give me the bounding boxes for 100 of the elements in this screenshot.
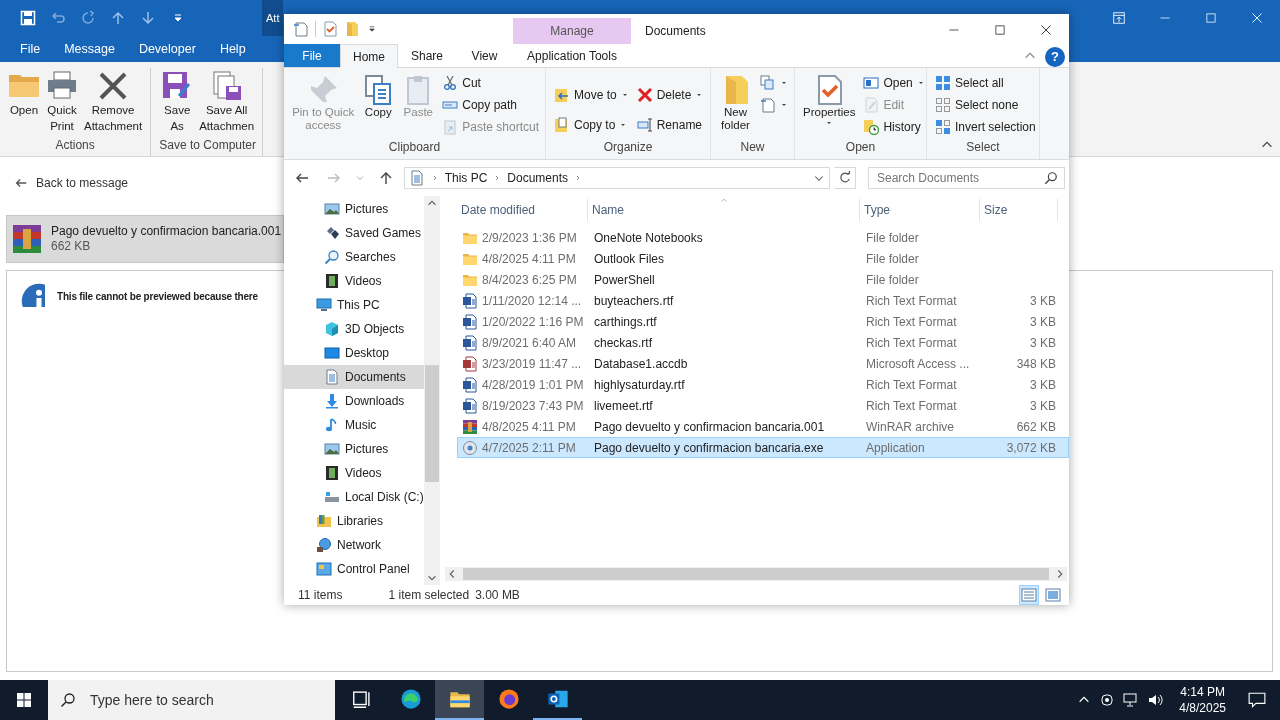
document-icon <box>462 313 478 330</box>
scrollbar-thumb[interactable] <box>463 568 1049 580</box>
ribbon-button[interactable]: Rename <box>634 114 706 136</box>
volume-icon[interactable] <box>1147 692 1164 708</box>
ribbon-tab[interactable]: Home <box>340 44 398 68</box>
breadcrumb-item[interactable]: This PC <box>444 169 488 187</box>
ribbon-tab[interactable]: View <box>456 44 513 67</box>
ribbon-button[interactable]: Open <box>861 72 927 94</box>
ribbon-button[interactable]: Cut <box>440 72 541 94</box>
type-cell: WinRAR archive <box>866 419 955 434</box>
camera-icon[interactable] <box>1099 692 1116 708</box>
details-view-icon <box>1021 587 1037 603</box>
column-header[interactable]: Size <box>980 199 1058 221</box>
ribbon-tab[interactable]: Share <box>398 44 456 67</box>
ribbon-tab[interactable]: File <box>8 39 53 59</box>
view-button[interactable] <box>1043 585 1063 605</box>
ribbon-button[interactable]: Delete <box>634 84 706 106</box>
ribbon-button[interactable]: Properties <box>801 72 858 138</box>
ribbon-tab[interactable]: Application Tools <box>513 44 631 67</box>
network-status-icon[interactable] <box>1123 692 1140 708</box>
group-label: Clipboard <box>387 139 442 156</box>
page-icon[interactable] <box>293 21 309 37</box>
file-row[interactable]: 3/23/2019 11:47 ... Database1.accdb Microsoft Access ... 348 KB <box>457 353 1069 374</box>
column-header[interactable]: Type <box>860 199 980 221</box>
ribbon-button[interactable]: Copy path <box>440 94 541 116</box>
nav-item[interactable]: Pictures <box>284 197 424 221</box>
pictures-icon <box>324 201 340 217</box>
taskbar-search-input[interactable]: Type here to search <box>88 688 328 712</box>
nav-item[interactable]: Videos <box>284 461 424 485</box>
file-row[interactable]: 2/9/2023 1:36 PM OneNote Notebooks File folder <box>457 227 1069 248</box>
nav-item[interactable]: 3D Objects <box>284 317 424 341</box>
down-arrow-icon[interactable] <box>140 10 156 26</box>
file-row[interactable]: 4/7/2025 2:11 PM Pago devuelto y confirmacion bancaria.exe Application 3,072 KB <box>457 437 1069 458</box>
ribbon-button[interactable]: History <box>861 116 927 138</box>
nav-item[interactable]: Local Disk (C:) <box>284 485 424 509</box>
file-row[interactable]: 4/28/2019 1:01 PM highlysaturday.rtf Rich Text Format 3 KB <box>457 374 1069 395</box>
back-link[interactable]: Back to message <box>14 174 129 192</box>
search-field[interactable]: Search Documents <box>868 167 1065 189</box>
up-arrow-icon[interactable] <box>110 10 126 26</box>
refresh-button[interactable] <box>834 167 856 189</box>
nav-item[interactable]: Control Panel <box>284 557 424 581</box>
type-cell: Application <box>866 440 925 455</box>
clock[interactable]: 4:14 PM 4/8/2025 <box>1171 684 1234 716</box>
ribbon-button[interactable]: Copy to <box>552 114 631 136</box>
nav-item[interactable]: Searches <box>284 245 424 269</box>
nav-item[interactable]: Documents <box>284 365 424 389</box>
undo-icon[interactable] <box>50 10 66 26</box>
file-row[interactable]: 4/8/2025 4:11 PM Pago devuelto y confirmacion bancaria.001 WinRAR archive 662 KB <box>457 416 1069 437</box>
address-bar[interactable]: This PC Documents <box>403 167 831 189</box>
nav-item[interactable]: Network <box>284 533 424 557</box>
ribbon-tab[interactable]: Developer <box>126 39 208 59</box>
name-cell: buyteachers.rtf <box>594 293 674 308</box>
breadcrumb-item[interactable]: Documents <box>507 169 569 187</box>
group-label: Open <box>844 139 877 156</box>
group-label: Organize <box>602 139 654 156</box>
nav-item[interactable]: Downloads <box>284 389 424 413</box>
ribbon-button[interactable]: Save As <box>159 68 196 136</box>
nav-item[interactable]: This PC <box>284 293 424 317</box>
file-row[interactable]: 8/4/2023 6:25 PM PowerShell File folder <box>457 269 1069 290</box>
ribbon-button[interactable]: Quick Print <box>44 68 80 136</box>
nav-item[interactable]: Saved Games <box>284 221 424 245</box>
ribbon-button[interactable]: Save All Attachmen <box>197 68 257 136</box>
ribbon-button[interactable]: Remove Attachment <box>82 68 145 136</box>
back-arrow-icon <box>14 176 28 190</box>
nav-item[interactable]: Libraries <box>284 509 424 533</box>
ribbon-button[interactable]: Select none <box>933 94 1038 116</box>
save-icon[interactable] <box>20 10 36 26</box>
ribbon-button[interactable]: Invert selection <box>933 116 1038 138</box>
folder-icon[interactable] <box>344 21 360 37</box>
file-row[interactable]: 1/11/2020 12:14 ... buyteachers.rtf Rich Text Format 3 KB <box>457 290 1069 311</box>
redo-icon[interactable] <box>80 10 96 26</box>
search-input[interactable]: Search Documents <box>875 168 1044 188</box>
file-row[interactable]: 4/8/2025 4:11 PM Outlook Files File folder <box>457 248 1069 269</box>
nav-item[interactable]: Pictures <box>284 437 424 461</box>
scrollbar[interactable] <box>424 196 440 585</box>
view-button[interactable] <box>1019 585 1039 605</box>
file-row[interactable]: 8/19/2023 7:43 PM livemeet.rtf Rich Text Format 3 KB <box>457 395 1069 416</box>
taskbar-app[interactable] <box>435 680 484 720</box>
nav-item[interactable]: Desktop <box>284 341 424 365</box>
help-button[interactable]: ? <box>1045 46 1065 67</box>
file-row[interactable]: 1/20/2022 1:16 PM carthings.rtf Rich Text Format 3 KB <box>457 311 1069 332</box>
scrollbar-thumb[interactable] <box>425 365 439 482</box>
ribbon-tab[interactable]: Help <box>207 39 258 59</box>
ribbon-tab[interactable]: Message <box>52 39 127 59</box>
document-icon <box>462 376 478 393</box>
ribbon-button[interactable]: Copy <box>360 72 397 138</box>
ribbon-button[interactable]: New folder <box>717 72 754 138</box>
ribbon-button[interactable]: Open <box>6 68 42 136</box>
attachment-card[interactable]: Pago devuelto y confirmacion bancaria.001 662 KB <box>6 215 284 263</box>
ribbon-button[interactable]: Move to <box>552 84 631 106</box>
ribbon-button[interactable]: Select all <box>933 72 1038 94</box>
nav-item[interactable]: Videos <box>284 269 424 293</box>
column-header[interactable]: Name <box>588 199 860 221</box>
ribbon-tab[interactable]: File <box>284 44 340 67</box>
scrollbar[interactable] <box>445 567 1067 581</box>
file-row[interactable]: 8/9/2021 6:40 AM checkas.rtf Rich Text Format 3 KB <box>457 332 1069 353</box>
properties-icon[interactable] <box>322 21 338 37</box>
taskbar-search-field[interactable]: Type here to search <box>48 680 335 720</box>
column-header[interactable]: Date modified <box>457 199 588 221</box>
nav-item[interactable]: Music <box>284 413 424 437</box>
